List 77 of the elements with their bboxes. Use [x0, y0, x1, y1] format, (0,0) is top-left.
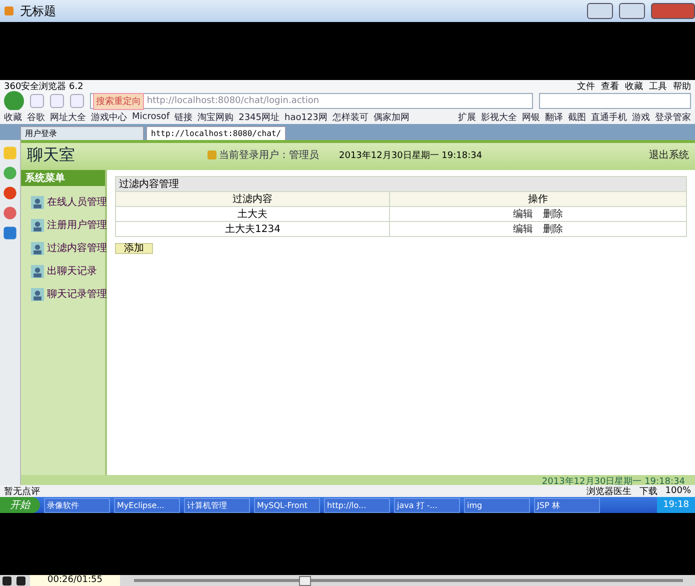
status-item[interactable]: 浏览器医生 [586, 484, 632, 498]
taskbar-item[interactable]: java 打 -... [394, 498, 460, 512]
bookmark[interactable]: 网址大全 [50, 110, 86, 124]
bookmark[interactable]: 链接 [174, 110, 193, 124]
taskbar-item[interactable]: 计算机管理 [184, 498, 250, 512]
taskbar-item[interactable]: http://lo... [324, 498, 390, 512]
footer-datetime: 2013年12月30日星期一 19:18:34 [21, 475, 695, 485]
logout-link[interactable]: 退出系统 [649, 148, 689, 162]
add-button[interactable]: 添加 [115, 243, 153, 254]
browser-logo [4, 91, 24, 111]
panel-title: 过滤内容管理 [116, 176, 686, 192]
minimize-button[interactable] [587, 3, 613, 19]
menu-item[interactable]: 注册用户管理 [47, 218, 107, 232]
browser-tab[interactable]: 用户登录 [20, 126, 144, 140]
taskbar-item[interactable]: img [464, 498, 530, 512]
time-display: 00:26/01:55 [30, 575, 120, 586]
menu-item[interactable]: 过滤内容管理 [47, 241, 107, 255]
bookmark[interactable]: 谷歌 [27, 110, 45, 124]
user-icon [31, 288, 44, 300]
redirect-badge: 搜索重定向 [93, 92, 144, 110]
status-item[interactable]: 下载 [639, 484, 658, 498]
toolbar-item[interactable]: 截图 [568, 110, 586, 124]
action-link[interactable]: 编辑 [513, 209, 534, 220]
menu-item[interactable]: 查看 [601, 80, 619, 92]
user-icon [31, 264, 44, 278]
bookmark[interactable]: 游戏中心 [91, 110, 127, 124]
bookmark[interactable]: 偶家加网 [373, 110, 410, 124]
menu-item[interactable]: 帮助 [673, 80, 691, 92]
menu-title: 系统菜单 [21, 170, 105, 186]
browser-title: 360安全浏览器 6.2 [4, 80, 84, 92]
bookmark[interactable]: 怎样装可 [332, 110, 368, 124]
menu-item[interactable]: 收藏 [625, 80, 643, 92]
search-field[interactable] [539, 93, 691, 109]
toolbar-item[interactable]: 直通手机 [591, 110, 627, 124]
bookmark[interactable]: 收藏 [4, 110, 22, 124]
table-cell: 土大夫 [116, 206, 390, 222]
window-title: 无标题 [20, 2, 57, 20]
taskbar-item[interactable]: JSP 林 [534, 498, 600, 512]
clock: 19:18 [657, 497, 695, 513]
close-button[interactable] [651, 3, 695, 19]
action-link[interactable]: 编辑 [513, 224, 534, 235]
datetime: 2013年12月30日星期一 19:18:34 [339, 150, 482, 162]
app-title: 聊天室 [27, 144, 76, 166]
user-icon [31, 218, 44, 232]
maximize-button[interactable] [619, 3, 645, 19]
taskbar-item[interactable]: MyEclipse... [114, 498, 180, 512]
user-label: 当前登录用户：管理员 [219, 148, 319, 162]
menu-item[interactable]: 聊天记录管理 [47, 287, 107, 301]
bookmark[interactable]: Microsof [132, 112, 170, 122]
menu-item[interactable]: 在线人员管理 [47, 195, 107, 209]
toolbar-item[interactable]: 扩展 [458, 110, 476, 124]
menu-item[interactable]: 文件 [577, 80, 595, 92]
status-item[interactable]: 100% [665, 486, 691, 496]
table-cell: 土大夫1234 [116, 222, 390, 236]
seek-thumb[interactable] [299, 576, 312, 586]
url-text: http://localhost:8080/chat/login.action [146, 96, 320, 106]
status-text: 暂无点评 [4, 486, 40, 498]
toolbar-item[interactable]: 登录管家 [655, 110, 691, 124]
column-header: 操作 [390, 192, 686, 206]
toolbar-item[interactable]: 网银 [522, 110, 540, 124]
menu-item[interactable]: 出聊天记录 [47, 264, 97, 278]
browser-tab[interactable]: http://localhost:8080/chat/ [146, 126, 286, 140]
start-button[interactable]: 开始 [0, 497, 40, 513]
bookmark[interactable]: hao123网 [284, 110, 328, 124]
column-header: 过滤内容 [116, 192, 390, 206]
action-link[interactable]: 删除 [543, 224, 564, 235]
taskbar-item[interactable]: 录像软件 [44, 498, 110, 512]
toolbar-item[interactable]: 翻译 [545, 110, 563, 124]
menu-item[interactable]: 工具 [649, 80, 667, 92]
toolbar-item[interactable]: 影视大全 [481, 110, 517, 124]
bookmark[interactable]: 2345网址 [238, 110, 280, 124]
bookmark[interactable]: 淘宝网购 [198, 110, 234, 124]
user-icon [31, 242, 44, 254]
user-icon [31, 196, 44, 208]
taskbar-item[interactable]: MySQL-Front [254, 498, 320, 512]
action-link[interactable]: 删除 [543, 209, 564, 220]
toolbar-item[interactable]: 游戏 [632, 110, 650, 124]
